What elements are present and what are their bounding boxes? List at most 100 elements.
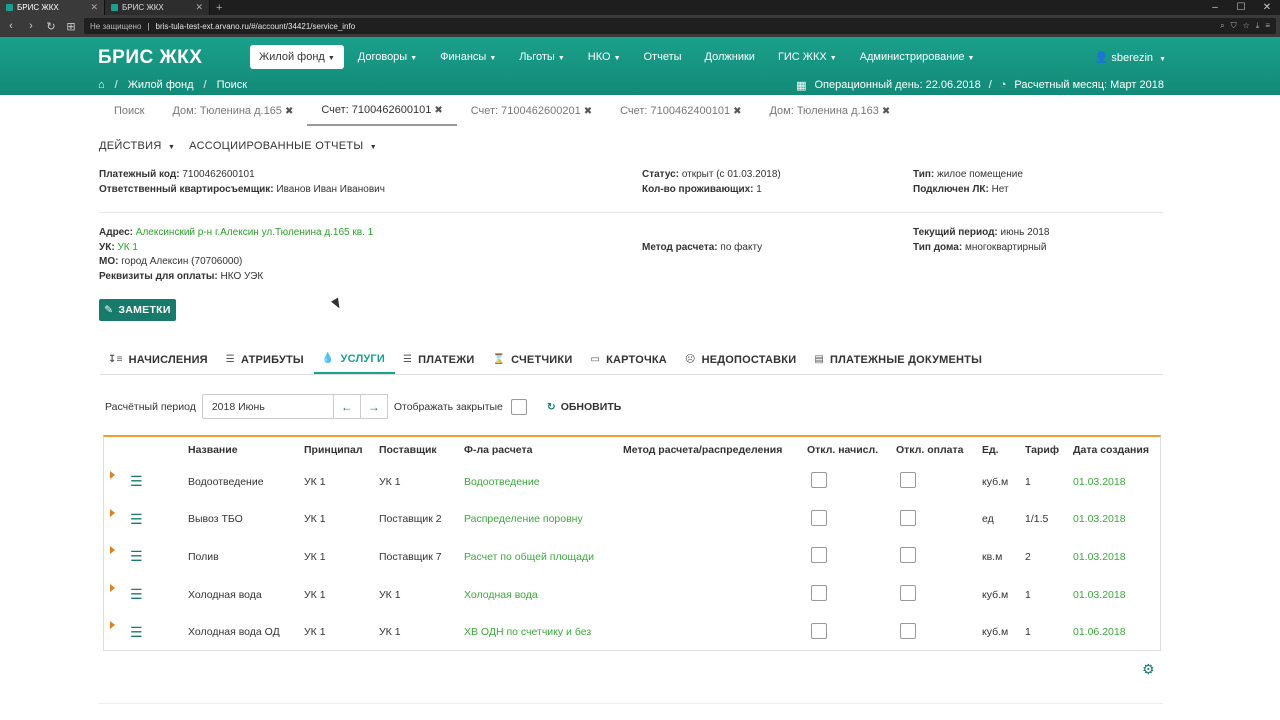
minimize-icon[interactable]: – — [1202, 0, 1228, 15]
tab-account-400101[interactable]: Счет: 7100462400101 ✖ — [606, 96, 755, 126]
table-row[interactable]: ☰ Холодная вода ОД УК 1 УК 1 ХВ ОДН по с… — [104, 613, 1160, 651]
new-tab-button[interactable]: + — [210, 0, 228, 15]
tab-account-600201[interactable]: Счет: 7100462600201 ✖ — [457, 96, 606, 126]
tab-attributes[interactable]: ☰ АТРИБУТЫ — [218, 345, 314, 374]
tab-meters[interactable]: ⌛ СЧЕТЧИКИ — [484, 345, 582, 374]
column-header[interactable]: Ф-ла расчета — [460, 437, 619, 463]
column-header[interactable]: Откл. оплата — [892, 437, 978, 463]
browser-tab[interactable]: БРИС ЖКХ ✕ — [105, 0, 210, 15]
column-header[interactable]: Откл. начисл. — [803, 437, 892, 463]
back-icon[interactable]: ‹ — [4, 20, 18, 32]
reports-dropdown[interactable]: АССОЦИИРОВАННЫЕ ОТЧЕТЫ ▼ — [189, 140, 377, 152]
browser-tab[interactable]: БРИС ЖКХ ✕ — [0, 0, 105, 15]
hamburger-icon[interactable]: ☰ — [130, 511, 143, 527]
address-link[interactable]: Алексинский р-н г.Алексин ул.Тюленина д.… — [136, 227, 373, 238]
menu-icon[interactable]: ≡ — [1265, 21, 1270, 31]
column-header[interactable]: Принципал — [300, 437, 375, 463]
table-row[interactable]: ☰ Водоотведение УК 1 УК 1 Водоотведение … — [104, 463, 1160, 501]
hamburger-icon[interactable]: ☰ — [130, 473, 143, 489]
table-row[interactable]: ☰ Полив УК 1 Поставщик 7 Расчет по общей… — [104, 538, 1160, 576]
download-icon[interactable]: ⤓ — [1256, 21, 1260, 31]
tab-house-163[interactable]: Дом: Тюленина д.163 ✖ — [755, 96, 904, 126]
nav-admin[interactable]: Администрирование ▼ — [851, 45, 984, 69]
tab-payment-docs[interactable]: ▤ ПЛАТЕЖНЫЕ ДОКУМЕНТЫ — [806, 345, 992, 374]
disable-payment-checkbox[interactable] — [900, 622, 916, 639]
shield-icon[interactable]: ⛉ — [1231, 21, 1237, 31]
next-period-button[interactable]: → — [360, 394, 388, 419]
prev-period-button[interactable]: ← — [333, 394, 361, 419]
hamburger-icon[interactable]: ☰ — [130, 586, 143, 602]
disable-payment-checkbox[interactable] — [900, 509, 916, 526]
disable-charge-checkbox[interactable] — [811, 622, 827, 639]
expand-icon[interactable] — [110, 546, 115, 555]
reload-icon[interactable]: ↻ — [44, 20, 58, 33]
expand-icon[interactable] — [110, 583, 115, 592]
formula-link[interactable]: Расчет по общей площади — [460, 538, 619, 576]
close-tab-icon[interactable]: ✕ — [195, 2, 203, 13]
close-icon[interactable]: ✖ — [434, 105, 442, 116]
tab-account-600101[interactable]: Счет: 7100462600101 ✖ — [307, 96, 457, 126]
disable-payment-checkbox[interactable] — [900, 547, 916, 564]
nav-contracts[interactable]: Договоры ▼ — [349, 45, 426, 69]
column-header[interactable]: Метод расчета/распределения — [619, 437, 803, 463]
tab-charges[interactable]: ↧≡ НАЧИСЛЕНИЯ — [100, 345, 218, 374]
disable-payment-checkbox[interactable] — [900, 472, 916, 489]
tab-payments[interactable]: ☰ ПЛАТЕЖИ — [395, 345, 485, 374]
tab-services[interactable]: 💧 УСЛУГИ — [313, 345, 395, 374]
table-row[interactable]: ☰ Вывоз ТБО УК 1 Поставщик 2 Распределен… — [104, 501, 1160, 539]
period-input[interactable]: 2018 Июнь — [201, 394, 334, 419]
column-header[interactable]: Поставщик — [375, 437, 460, 463]
search-icon[interactable]: ⌕ — [1220, 21, 1224, 31]
star-icon[interactable]: ☆ — [1243, 21, 1250, 31]
hamburger-icon[interactable]: ☰ — [130, 548, 143, 564]
apps-icon[interactable]: ⊞ — [64, 20, 78, 33]
show-closed-checkbox[interactable] — [510, 398, 527, 415]
nav-housing[interactable]: Жилой фонд ▼ — [250, 45, 344, 69]
tab-search[interactable]: Поиск — [100, 96, 158, 126]
close-window-icon[interactable]: ✕ — [1254, 0, 1280, 15]
close-icon[interactable]: ✖ — [285, 106, 293, 117]
nav-benefits[interactable]: Льготы ▼ — [510, 45, 573, 69]
user-menu[interactable]: 👤 sberezin ▼ — [1095, 51, 1166, 64]
column-header[interactable]: Дата создания — [1069, 437, 1160, 463]
table-row[interactable]: ☰ Холодная вода УК 1 УК 1 Холодная вода … — [104, 576, 1160, 614]
tab-card[interactable]: ▭ КАРТОЧКА — [582, 345, 677, 374]
url-field[interactable]: Не защищено | bris-tula-test-ext.arvano.… — [84, 18, 1276, 34]
close-icon[interactable]: ✖ — [733, 106, 741, 117]
expand-icon[interactable] — [110, 508, 115, 517]
breadcrumb-housing[interactable]: Жилой фонд — [128, 79, 194, 91]
column-header[interactable]: Название — [184, 437, 300, 463]
nav-nko[interactable]: НКО ▼ — [579, 45, 630, 69]
disable-charge-checkbox[interactable] — [811, 547, 827, 564]
nav-gis[interactable]: ГИС ЖКХ ▼ — [769, 45, 846, 69]
maximize-icon[interactable]: ☐ — [1228, 0, 1254, 15]
notes-button[interactable]: ✎ ЗАМЕТКИ — [99, 299, 176, 321]
disable-payment-checkbox[interactable] — [900, 585, 916, 602]
refresh-button[interactable]: ↻ ОБНОВИТЬ — [547, 401, 621, 413]
column-header[interactable]: Ед. — [978, 437, 1021, 463]
disable-charge-checkbox[interactable] — [811, 585, 827, 602]
gear-icon[interactable]: ⚙ — [1142, 661, 1155, 678]
close-icon[interactable]: ✖ — [882, 106, 890, 117]
uk-link[interactable]: УК 1 — [117, 242, 138, 253]
tab-shortfalls[interactable]: ☹ НЕДОПОСТАВКИ — [677, 345, 806, 374]
nav-debtors[interactable]: Должники — [696, 45, 764, 69]
forward-icon[interactable]: › — [24, 20, 38, 32]
expand-icon[interactable] — [110, 471, 115, 479]
formula-link[interactable]: Распределение поровну — [460, 501, 619, 539]
nav-finance[interactable]: Финансы ▼ — [431, 45, 505, 69]
formula-link[interactable]: ХВ ОДН по счетчику и без — [460, 613, 619, 651]
disable-charge-checkbox[interactable] — [811, 509, 827, 526]
formula-link[interactable]: Холодная вода — [460, 576, 619, 614]
disable-charge-checkbox[interactable] — [811, 472, 827, 489]
nav-reports[interactable]: Отчеты — [635, 45, 691, 69]
tab-house-165[interactable]: Дом: Тюленина д.165 ✖ — [158, 96, 307, 126]
close-icon[interactable]: ✖ — [584, 106, 592, 117]
breadcrumb-search[interactable]: Поиск — [217, 79, 247, 91]
hamburger-icon[interactable]: ☰ — [130, 624, 143, 640]
home-icon[interactable]: ⌂ — [98, 79, 105, 91]
brand-logo[interactable]: БРИС ЖКХ — [98, 47, 202, 69]
column-header[interactable]: Тариф — [1021, 437, 1069, 463]
close-tab-icon[interactable]: ✕ — [90, 2, 98, 13]
formula-link[interactable]: Водоотведение — [460, 463, 619, 501]
